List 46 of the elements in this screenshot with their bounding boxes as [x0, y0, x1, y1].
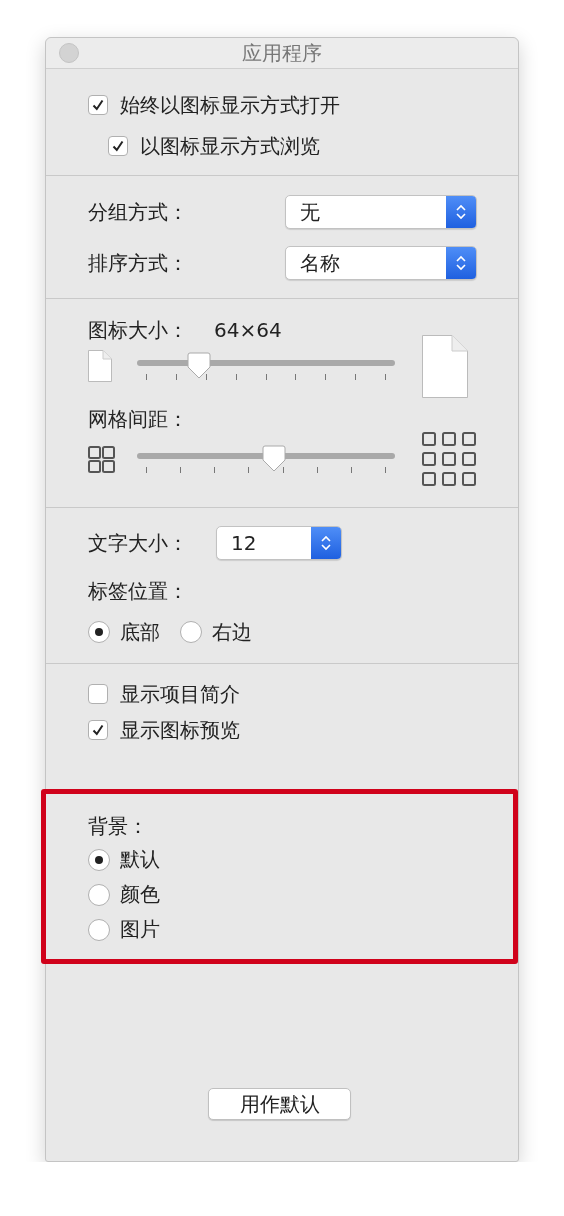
updown-icon [320, 534, 332, 552]
radio-label: 右边 [212, 618, 252, 646]
slider[interactable] [137, 352, 395, 380]
checkmark-icon [111, 139, 125, 153]
checkmark-icon [91, 723, 105, 737]
checkbox[interactable] [88, 95, 108, 115]
checkbox[interactable] [88, 720, 108, 740]
slider-label: 网格间距： [88, 405, 188, 433]
checkmark-icon [91, 98, 105, 112]
document-icon [422, 334, 468, 398]
radio-label: 颜色 [120, 881, 160, 908]
slider-thumb[interactable] [186, 352, 211, 380]
checkbox[interactable] [88, 684, 108, 704]
radio-button[interactable] [88, 848, 110, 871]
grid-icon [422, 431, 477, 487]
window-title: 应用程序 [242, 39, 322, 67]
slider[interactable] [137, 445, 395, 473]
close-button[interactable] [59, 43, 79, 63]
slider-label: 图标大小： [88, 316, 188, 344]
checkbox-label: 显示图标预览 [120, 716, 240, 744]
grid-icon [88, 445, 116, 473]
checkbox-label: 以图标显示方式浏览 [140, 132, 320, 160]
radio-button[interactable] [88, 883, 110, 906]
radio-label: 底部 [120, 618, 160, 646]
radio-button[interactable] [180, 621, 202, 643]
slider-reading: 64×64 [214, 318, 282, 342]
updown-icon [455, 254, 467, 272]
checkbox[interactable] [108, 136, 128, 156]
popup-label: 文字大小： [88, 529, 189, 557]
section-heading: 标签位置： [88, 579, 189, 603]
popup-button[interactable]: 无 [285, 195, 477, 229]
popup-label: 分组方式： [88, 198, 189, 226]
default-button[interactable]: 用作默认 [208, 1088, 351, 1120]
popup-label: 排序方式： [88, 249, 189, 277]
document-icon [88, 350, 112, 382]
slider-thumb[interactable] [261, 445, 286, 473]
radio-label: 默认 [120, 846, 160, 873]
radio-label: 图片 [120, 916, 160, 943]
radio-button[interactable] [88, 918, 110, 941]
popup-button[interactable]: 名称 [285, 246, 477, 280]
checkbox-label: 始终以图标显示方式打开 [120, 91, 340, 119]
popup-button[interactable]: 12 [216, 526, 342, 560]
section-heading: 背景： [88, 814, 149, 838]
radio-button[interactable] [88, 621, 110, 643]
updown-icon [455, 203, 467, 221]
checkbox-label: 显示项目简介 [120, 680, 240, 708]
